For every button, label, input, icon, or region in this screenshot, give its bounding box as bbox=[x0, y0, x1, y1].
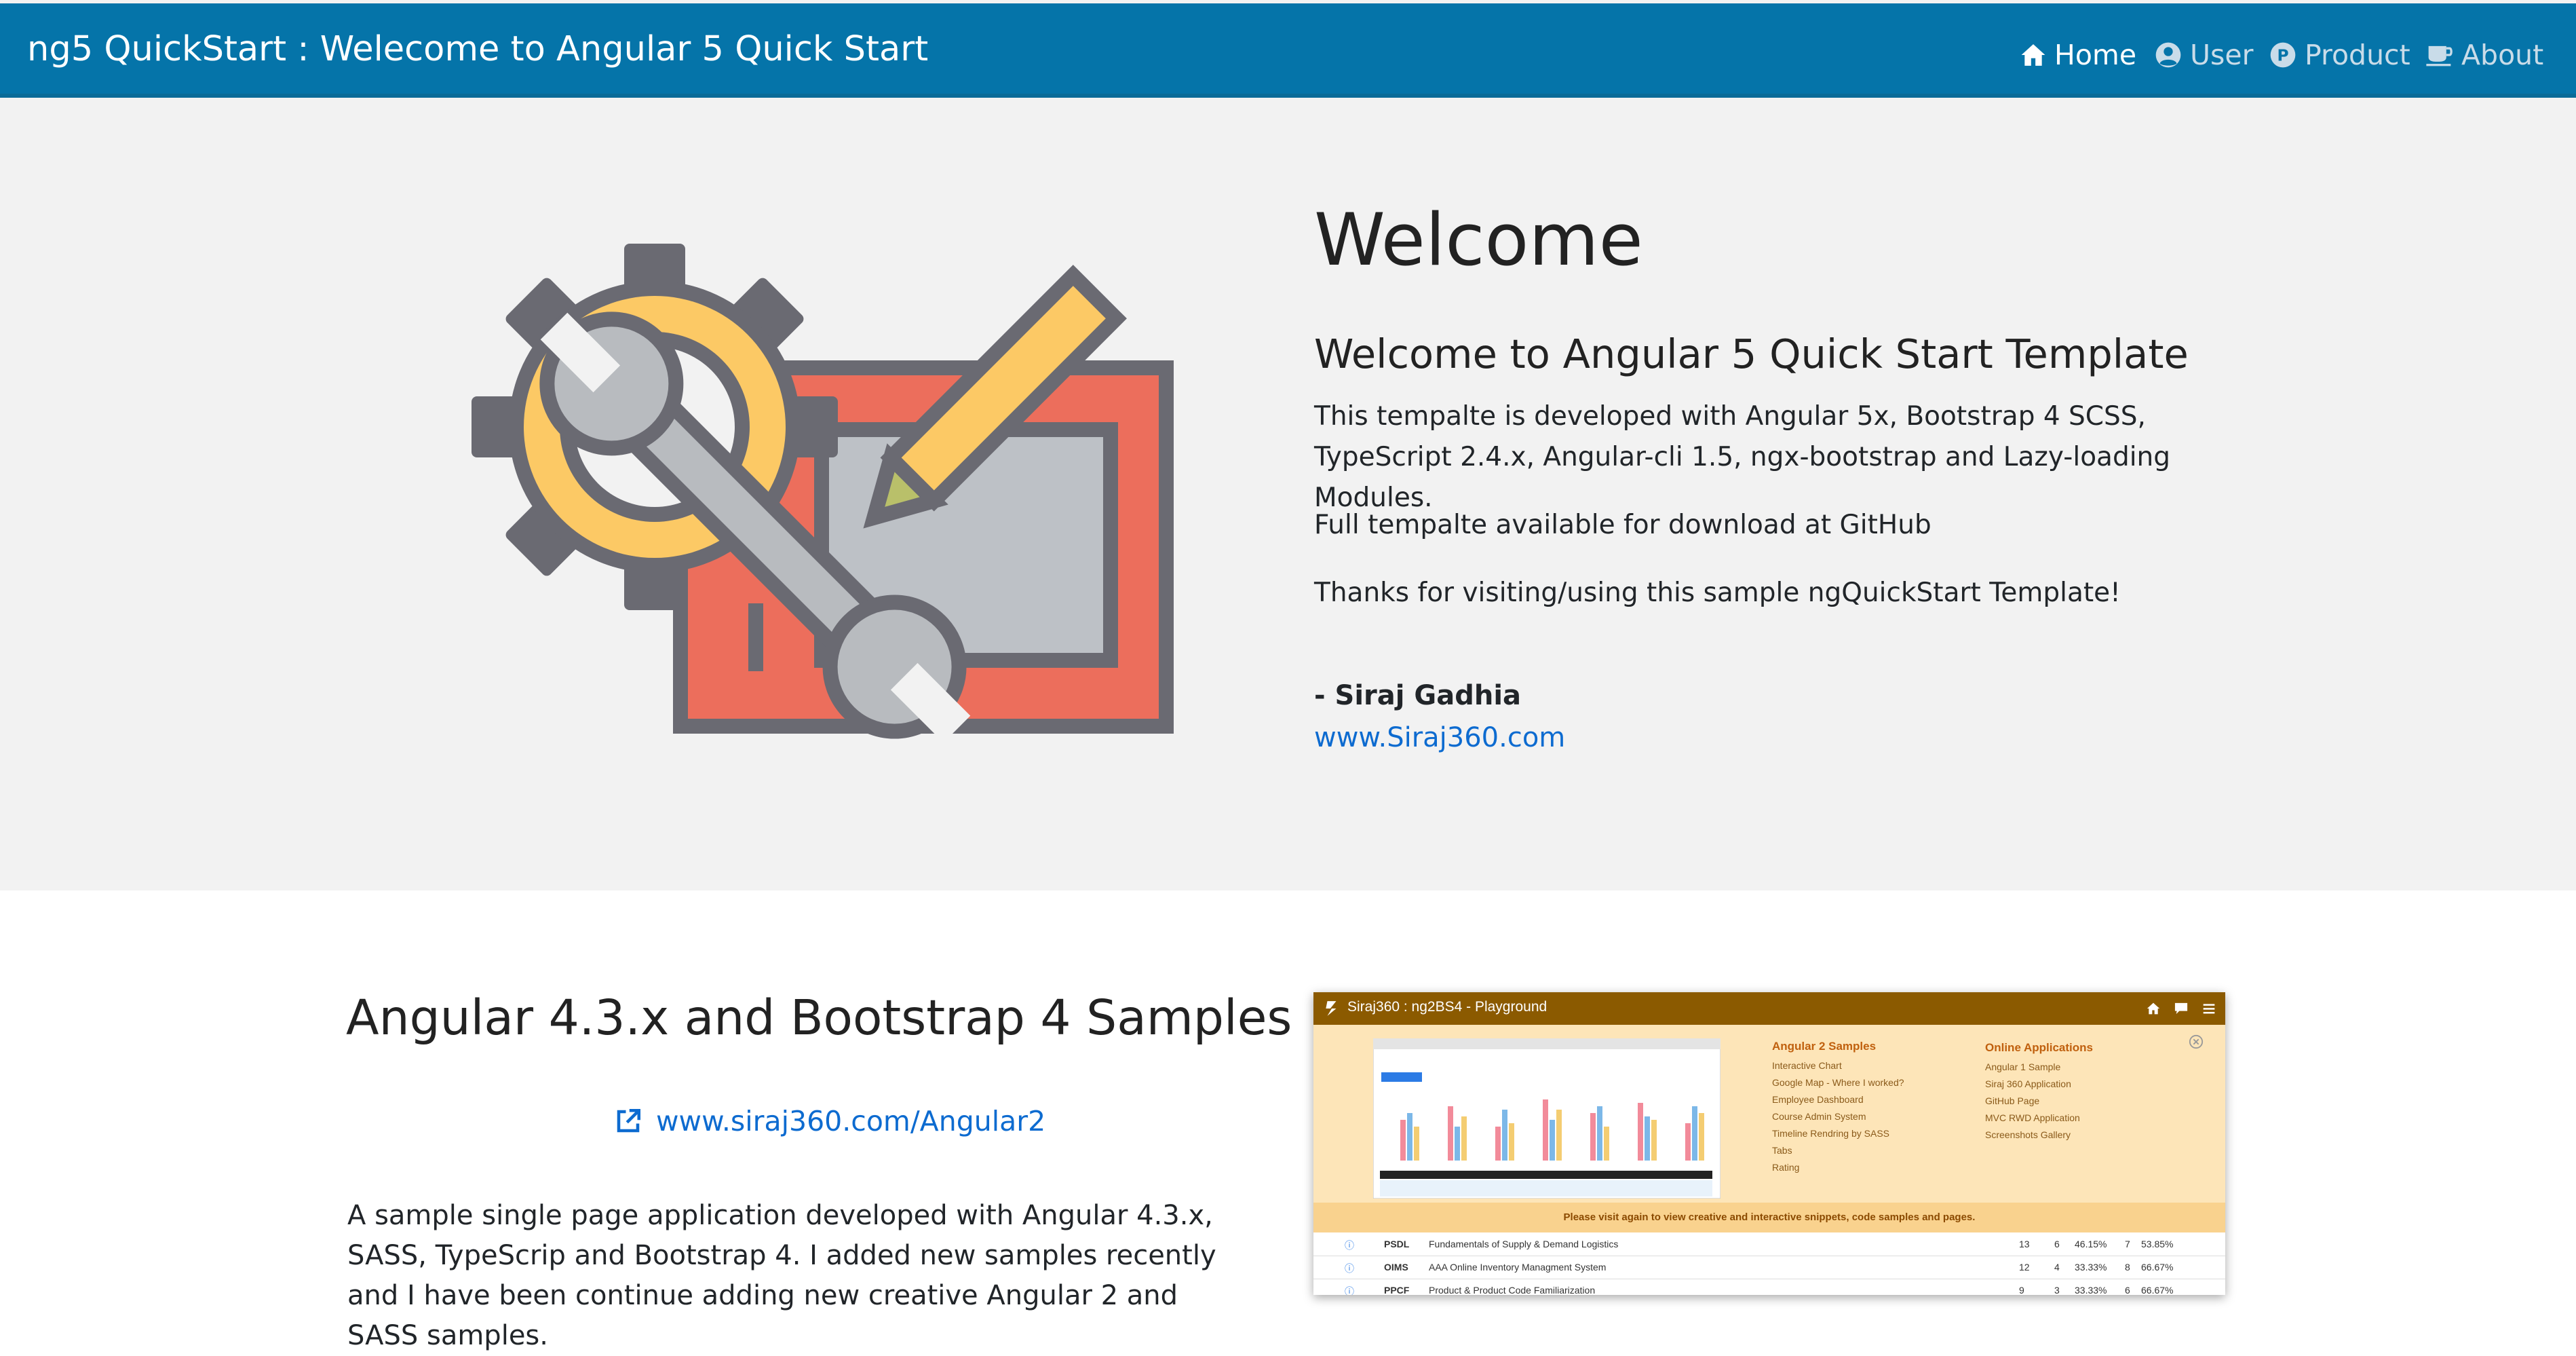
nav-item-about[interactable]: About bbox=[2426, 35, 2543, 75]
nav-item-user[interactable]: User bbox=[2155, 35, 2253, 75]
hero-paragraph-3: Thanks for visiting/using this sample ng… bbox=[1314, 578, 2121, 608]
samples-paragraph: A sample single page application develop… bbox=[347, 1200, 1216, 1351]
samples-title: Angular 4.3.x and Bootstrap 4 Samples bbox=[346, 990, 1292, 1046]
coffee-icon bbox=[2426, 45, 2453, 67]
row-value: 66.67% bbox=[2141, 1262, 2174, 1273]
user-icon bbox=[2155, 42, 2181, 68]
product-icon: P bbox=[2270, 42, 2296, 68]
row-name: Fundamentals of Supply & Demand Logistic… bbox=[1429, 1239, 1619, 1249]
thumb-home-icon bbox=[2147, 1002, 2160, 1015]
thumb-col1-item[interactable]: Employee Dashboard bbox=[1772, 1094, 1864, 1105]
row-value: 33.33% bbox=[2075, 1285, 2107, 1295]
thumb-col1-item[interactable]: Tabs bbox=[1772, 1145, 1792, 1156]
author-name: - Siraj Gadhia bbox=[1314, 680, 1522, 711]
svg-text:P: P bbox=[2277, 45, 2288, 64]
nav-item-home[interactable]: Home bbox=[2020, 35, 2136, 75]
row-value: 66.67% bbox=[2141, 1285, 2174, 1295]
thumb-col1-item[interactable]: Google Map - Where I worked? bbox=[1772, 1077, 1904, 1088]
author-link[interactable]: www.Siraj360.com bbox=[1314, 722, 1565, 753]
external-link-icon bbox=[617, 1108, 641, 1133]
nav-item-user-label: User bbox=[2190, 39, 2254, 71]
thumb-col2-title: Online Applications bbox=[1985, 1041, 2093, 1054]
thumb-menu-panel: Angular 2 Samples Interactive Chart Goog… bbox=[1313, 1025, 2225, 1203]
row-code: PSDL bbox=[1384, 1239, 1410, 1249]
nav-item-home-label: Home bbox=[2054, 39, 2137, 71]
thumb-notice: Please visit again to view creative and … bbox=[1313, 1203, 2225, 1232]
row-value: 9 bbox=[2019, 1285, 2024, 1295]
thumb-col1-item[interactable]: Timeline Rendring by SASS bbox=[1772, 1128, 1889, 1139]
thumb-close-icon[interactable] bbox=[2189, 1034, 2204, 1049]
top-navbar: ng5 QuickStart : Welecome to Angular 5 Q… bbox=[0, 0, 2576, 98]
thumb-chat-icon bbox=[2174, 1002, 2188, 1015]
thumb-col1-item[interactable]: Interactive Chart bbox=[1772, 1060, 1842, 1071]
tools-settings-icon bbox=[472, 244, 1174, 743]
thumb-col1-title: Angular 2 Samples bbox=[1772, 1040, 1877, 1053]
row-name: AAA Online Inventory Managment System bbox=[1429, 1262, 1607, 1273]
row-name: Product & Product Code Familiarization bbox=[1429, 1285, 1596, 1295]
nav-item-about-label: About bbox=[2461, 39, 2544, 71]
nav-item-product-label: Product bbox=[2305, 39, 2410, 71]
row-code: PPCF bbox=[1384, 1285, 1410, 1295]
logo-icon bbox=[1326, 1001, 1337, 1016]
row-info-icon[interactable]: ⓘ bbox=[1345, 1262, 1354, 1275]
thumb-col1-item[interactable]: Rating bbox=[1772, 1162, 1799, 1173]
samples-link[interactable]: www.siraj360.com/Angular2 bbox=[614, 1105, 1045, 1137]
hero-paragraph-2: Full tempalte available for download at … bbox=[1314, 510, 1931, 540]
row-value: 4 bbox=[2054, 1262, 2060, 1273]
thumb-col2-item[interactable]: Screenshots Gallery bbox=[1985, 1129, 2071, 1140]
row-value: 53.85% bbox=[2141, 1239, 2174, 1249]
row-value: 7 bbox=[2125, 1239, 2130, 1249]
home-icon bbox=[2021, 44, 2045, 66]
thumb-title: Siraj360 : ng2BS4 - Playground bbox=[1347, 999, 1547, 1015]
row-code: OIMS bbox=[1384, 1262, 1408, 1273]
mini-chart-preview bbox=[1373, 1038, 1720, 1199]
hero-title: Welcome bbox=[1314, 198, 1643, 282]
hero-paragraph-1: This tempalte is developed with Angular … bbox=[1314, 401, 2171, 513]
row-value: 6 bbox=[2125, 1285, 2130, 1295]
samples-link-label: www.siraj360.com/Angular2 bbox=[656, 1105, 1046, 1137]
row-value: 3 bbox=[2054, 1285, 2060, 1295]
hero-section: Welcome Welcome to Angular 5 Quick Start… bbox=[0, 98, 2576, 890]
row-value: 12 bbox=[2019, 1262, 2030, 1273]
navbar-brand[interactable]: ng5 QuickStart : Welecome to Angular 5 Q… bbox=[27, 29, 928, 70]
row-value: 6 bbox=[2054, 1239, 2060, 1249]
row-info-icon[interactable]: ⓘ bbox=[1345, 1239, 1354, 1252]
nav-item-product[interactable]: P Product bbox=[2269, 35, 2410, 75]
thumb-navbar: Siraj360 : ng2BS4 - Playground bbox=[1313, 992, 2225, 1025]
row-value: 13 bbox=[2019, 1239, 2030, 1249]
row-value: 8 bbox=[2125, 1262, 2130, 1273]
thumb-menu-icon bbox=[2203, 1004, 2215, 1014]
thumb-col1-item[interactable]: Course Admin System bbox=[1772, 1111, 1866, 1122]
table-row: ⓘ PPCF Product & Product Code Familiariz… bbox=[1313, 1279, 2225, 1295]
thumb-col2-item[interactable]: GitHub Page bbox=[1985, 1095, 2039, 1106]
row-value: 33.33% bbox=[2075, 1262, 2107, 1273]
hero-subtitle: Welcome to Angular 5 Quick Start Templat… bbox=[1314, 331, 2189, 377]
thumb-col2-item[interactable]: Angular 1 Sample bbox=[1985, 1061, 2060, 1072]
row-info-icon[interactable]: ⓘ bbox=[1345, 1285, 1354, 1295]
row-value: 46.15% bbox=[2075, 1239, 2107, 1249]
thumb-col2-item[interactable]: MVC RWD Application bbox=[1985, 1112, 2080, 1123]
table-row: ⓘ OIMS AAA Online Inventory Managment Sy… bbox=[1313, 1256, 2225, 1279]
table-row: ⓘ PSDL Fundamentals of Supply & Demand L… bbox=[1313, 1232, 2225, 1256]
playground-screenshot[interactable]: Siraj360 : ng2BS4 - Playground Angular 2… bbox=[1313, 992, 2225, 1295]
thumb-col2-item[interactable]: Siraj 360 Application bbox=[1985, 1078, 2071, 1089]
